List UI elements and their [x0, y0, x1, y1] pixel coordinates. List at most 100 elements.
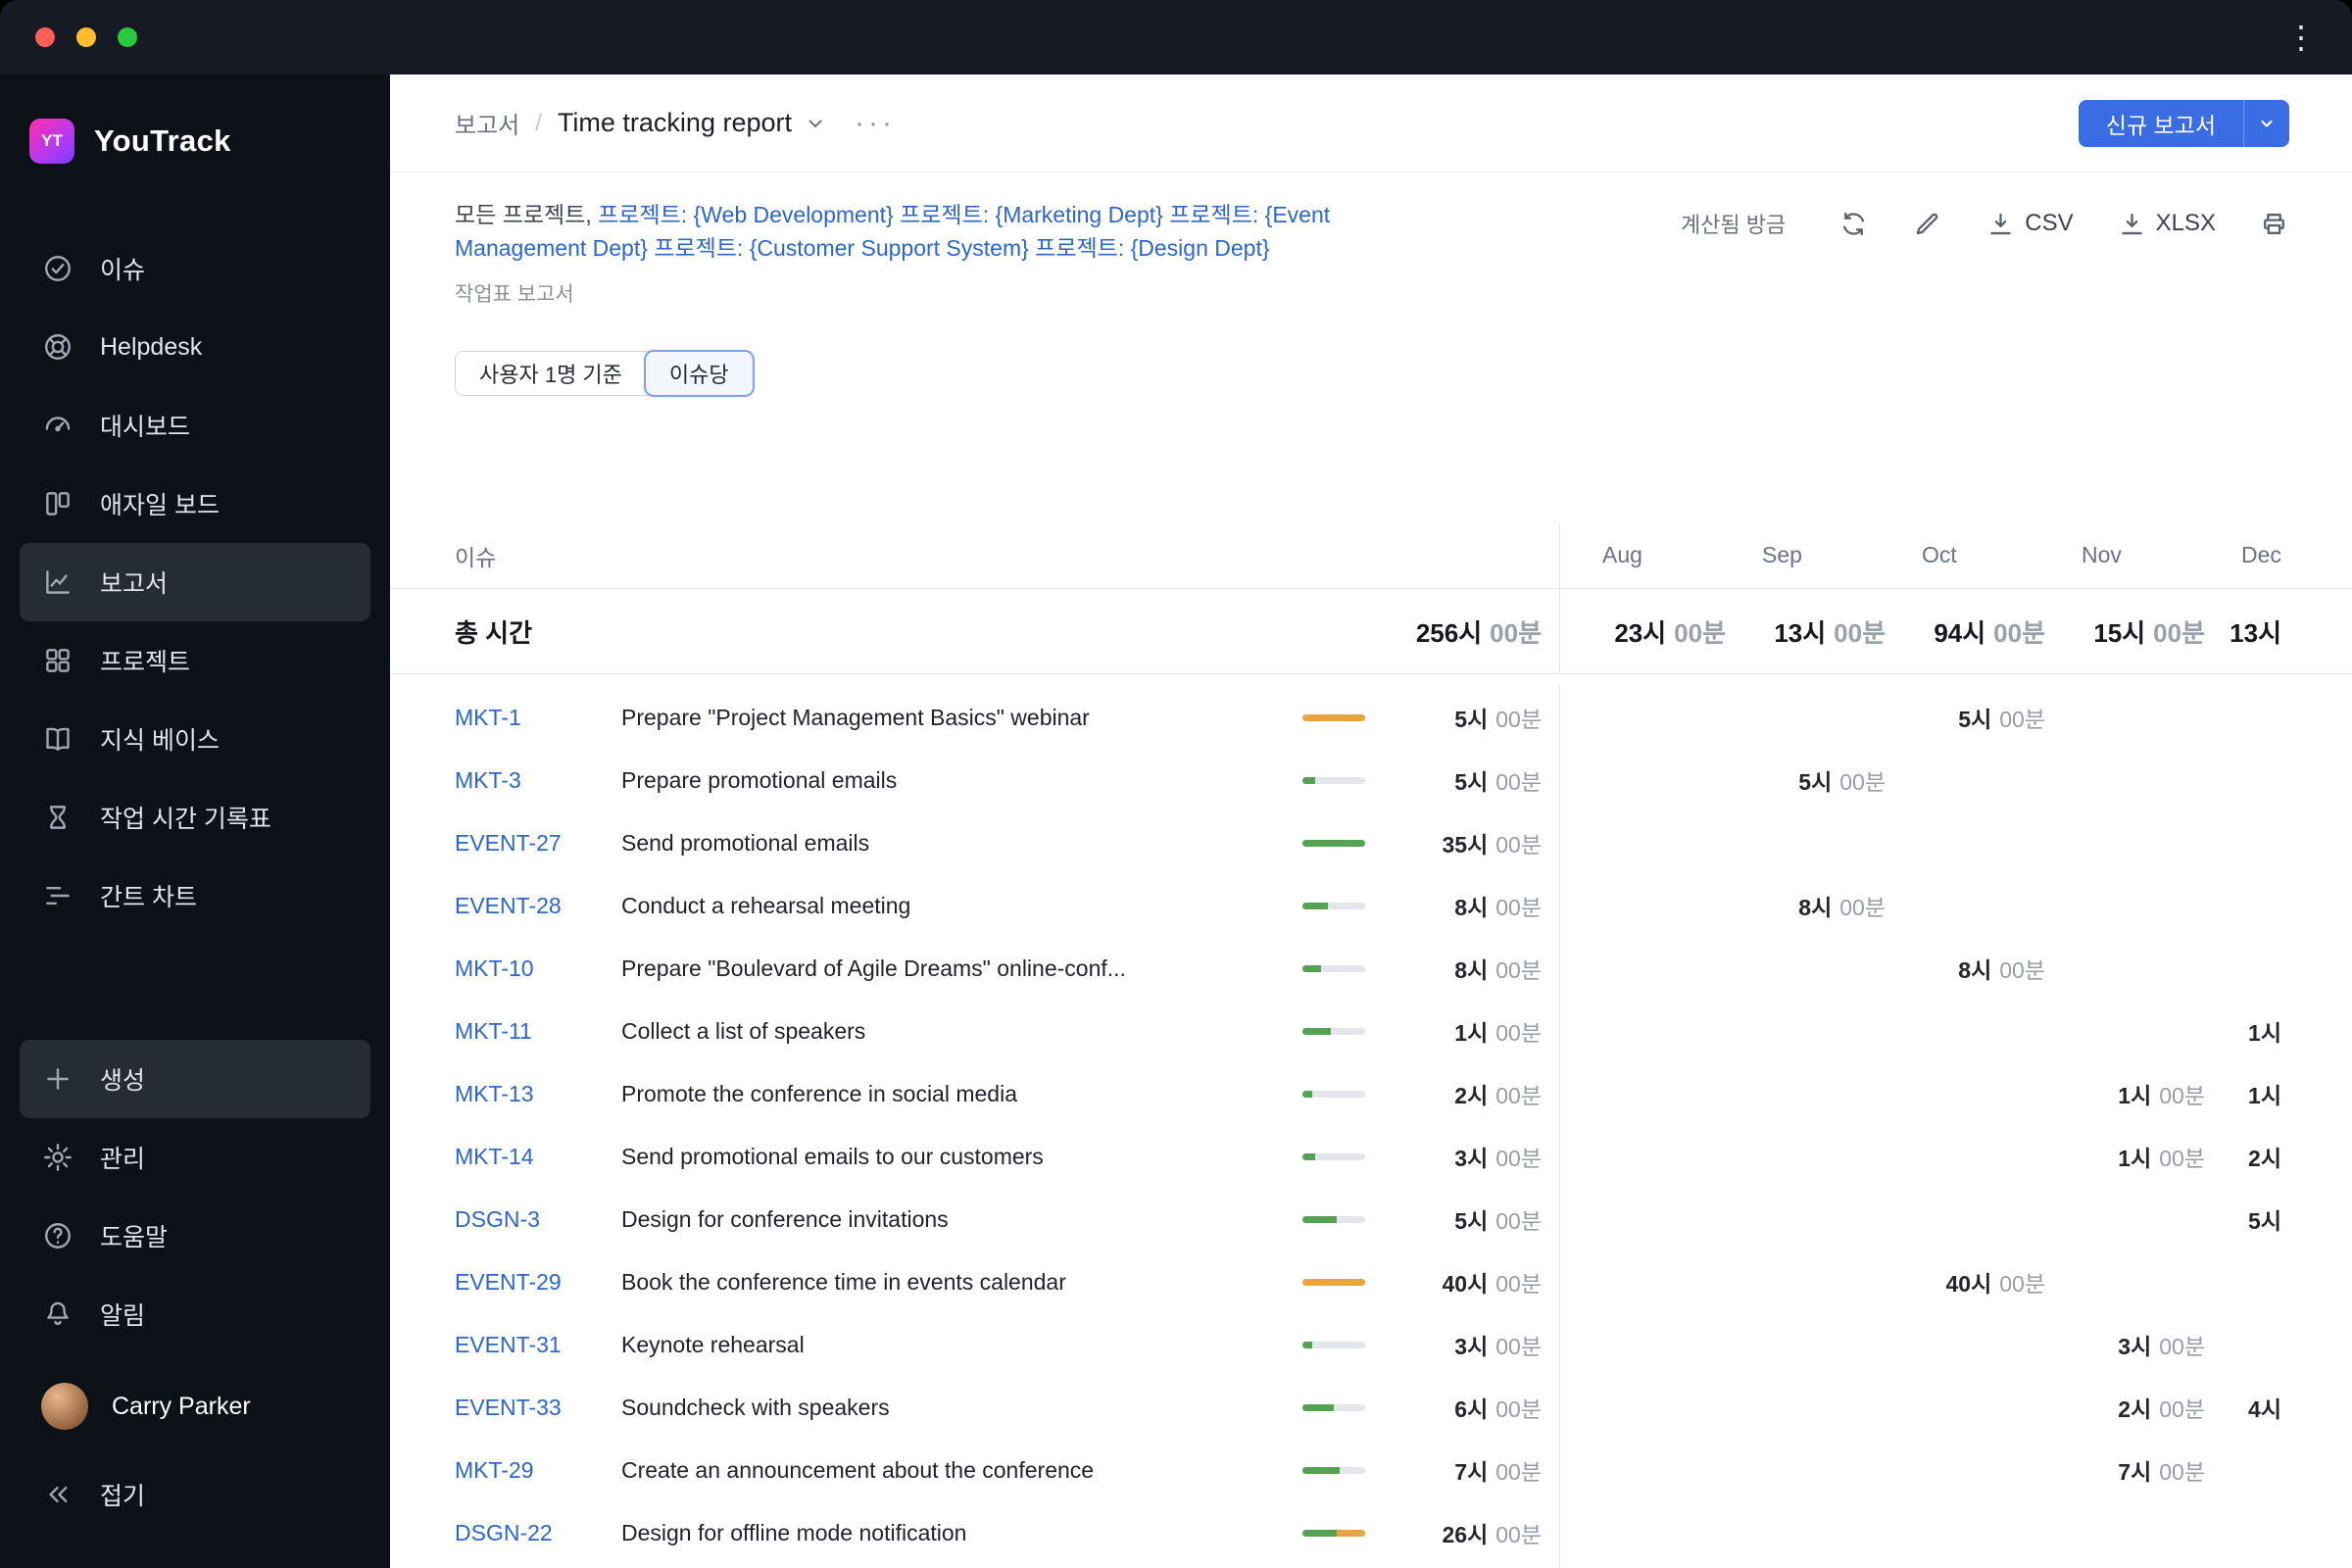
issue-month-value: 8시 00분 [1886, 952, 2045, 985]
sidebar-item-gantt-charts[interactable]: 간트 차트 [20, 857, 370, 935]
sidebar-item-label: 애자일 보드 [100, 492, 220, 519]
minutes-value: 00분 [1495, 1522, 1542, 1547]
app-logo[interactable]: YT YouTrack [29, 112, 390, 171]
total-month-cells: 23시 00분 13시 00분 94시 00분 15시 00분 13시 [1560, 589, 2352, 673]
timesheet-icon [41, 801, 74, 834]
sidebar-item-label: 간트 차트 [100, 884, 197, 911]
sidebar-item-reports[interactable]: 보고서 [20, 543, 370, 621]
minutes-value: 00분 [1495, 957, 1542, 983]
sidebar-item-helpdesk[interactable]: Helpdesk [20, 308, 370, 386]
worktype-bar [1302, 1529, 1365, 1537]
refresh-icon[interactable] [1838, 209, 1869, 239]
issue-month-value: 5시 00분 [1726, 763, 1886, 797]
issue-id-link[interactable]: DSGN-3 [455, 1206, 621, 1233]
minutes-value: 00분 [1495, 1083, 1542, 1108]
sidebar-item-issues[interactable]: 이슈 [20, 229, 370, 308]
hours-value: 1시 [1454, 1020, 1489, 1046]
csv-label: CSV [2025, 210, 2074, 236]
plus-icon [41, 1062, 74, 1096]
sidebar: YT YouTrack 이슈 Helpdesk 대시보드 애자일 보드 보고서 … [0, 74, 390, 1568]
issue-id-link[interactable]: MKT-1 [455, 705, 621, 731]
sidebar-item-agile-boards[interactable]: 애자일 보드 [20, 465, 370, 543]
hours-value: 5시 [1454, 769, 1489, 795]
minutes-value: 00분 [2159, 1334, 2205, 1359]
export-xlsx-button[interactable]: XLSX [2117, 209, 2216, 239]
window-menu-icon[interactable]: ⋮ [2285, 22, 2317, 53]
minutes-value: 00분 [1495, 1459, 1542, 1485]
issue-row: DSGN-3 Design for conference invitations 5… [390, 1188, 2352, 1250]
export-csv-button[interactable]: CSV [1985, 209, 2074, 239]
issue-month-value: 5시 00분 [1886, 701, 2045, 734]
issue-summary: Conduct a rehearsal meeting [621, 892, 911, 918]
helpdesk-icon [41, 330, 74, 364]
minutes-value: 00분 [1834, 617, 1886, 648]
collapse-sidebar-button[interactable]: 접기 [20, 1455, 370, 1534]
issue-id-link[interactable]: DSGN-22 [455, 1520, 621, 1546]
user-profile[interactable]: Carry Parker [20, 1367, 370, 1446]
hours-value: 8시 [1454, 957, 1489, 983]
hours-value: 256시 [1415, 617, 1483, 648]
report-actions: 계산됨 방금 CSV XLSX [1681, 190, 2289, 257]
sidebar-item-timesheets[interactable]: 작업 시간 기록표 [20, 778, 370, 857]
more-options-icon[interactable]: ··· [855, 107, 896, 140]
minutes-value: 00분 [1999, 707, 2045, 732]
month-header-nov: Nov [2082, 542, 2122, 567]
create-button[interactable]: 생성 [20, 1040, 370, 1118]
issue-row: EVENT-33 Soundcheck with speakers 6시 00분 2시 0… [390, 1376, 2352, 1439]
issue-total-time: 6시 00분 [1395, 1391, 1542, 1424]
issue-id-link[interactable]: EVENT-29 [455, 1269, 621, 1296]
issue-row: EVENT-31 Keynote rehearsal 3시 00분 3시 00분 [390, 1313, 2352, 1376]
sidebar-item-knowledge-base[interactable]: 지식 베이스 [20, 700, 370, 778]
page-title[interactable]: Time tracking report [558, 108, 792, 138]
issue-summary: Promote the conference in social media [621, 1080, 1017, 1106]
print-icon[interactable] [2259, 209, 2289, 239]
table-filler [390, 1564, 2352, 1568]
chevron-down-icon[interactable] [804, 112, 827, 135]
minimize-button[interactable] [76, 27, 96, 47]
sidebar-item-projects[interactable]: 프로젝트 [20, 621, 370, 700]
sidebar-item-administration[interactable]: 관리 [20, 1118, 370, 1197]
toggle-per-user[interactable]: 사용자 1명 기준 [456, 352, 646, 395]
hours-value: 7시 [2118, 1459, 2152, 1485]
hours-value: 8시 [1958, 957, 1992, 983]
hours-value: 40시 [1442, 1271, 1489, 1297]
toggle-per-issue[interactable]: 이슈당 [645, 352, 753, 395]
total-row-left: 총 시간 256시 00분 [390, 589, 1560, 673]
close-button[interactable] [35, 27, 55, 47]
issue-summary: Prepare "Project Management Basics" webi… [621, 704, 1090, 730]
worktype-bar-segment [1302, 1529, 1338, 1537]
calculated-status: 계산됨 방금 [1680, 213, 1787, 237]
issue-id-link[interactable]: MKT-14 [455, 1144, 621, 1170]
issue-id-link[interactable]: MKT-13 [455, 1081, 621, 1107]
minutes-value: 00분 [1495, 707, 1542, 732]
new-report-dropdown-button[interactable] [2243, 99, 2289, 147]
worktype-bar-segment [1340, 1466, 1365, 1474]
issue-id-link[interactable]: MKT-11 [455, 1018, 621, 1045]
minutes-value: 00분 [1490, 617, 1542, 648]
issue-id-link[interactable]: EVENT-27 [455, 830, 621, 857]
sidebar-item-dashboards[interactable]: 대시보드 [20, 386, 370, 465]
issue-id-link[interactable]: MKT-29 [455, 1457, 621, 1484]
zoom-button[interactable] [118, 27, 137, 47]
hours-value: 1시 [2248, 1020, 2281, 1046]
breadcrumb-root[interactable]: 보고서 [455, 106, 519, 140]
issue-id-link[interactable]: MKT-10 [455, 956, 621, 982]
minutes-value: 00분 [2159, 1396, 2205, 1422]
worktype-bar [1302, 776, 1365, 784]
minutes-value: 00분 [2159, 1146, 2205, 1171]
worktype-bar-segment [1302, 1152, 1315, 1160]
worktype-bar [1302, 1090, 1365, 1098]
issue-id-link[interactable]: EVENT-31 [455, 1332, 621, 1358]
new-report-button[interactable]: 신규 보고서 [2078, 99, 2243, 147]
sidebar-item-help[interactable]: 도움말 [20, 1197, 370, 1275]
issue-id-link[interactable]: EVENT-28 [455, 893, 621, 919]
minutes-value: 00분 [1993, 617, 2045, 648]
issue-total-time: 3시 00분 [1395, 1140, 1542, 1173]
edit-icon[interactable] [1912, 209, 1942, 239]
sidebar-item-notifications[interactable]: 알림 [20, 1275, 370, 1353]
issue-id-link[interactable]: MKT-3 [455, 767, 621, 794]
issue-row: MKT-11 Collect a list of speakers 1시 00분 1시 [390, 1000, 2352, 1062]
dashboard-icon [41, 409, 74, 442]
minutes-value: 00분 [1495, 832, 1542, 858]
issue-id-link[interactable]: EVENT-33 [455, 1395, 621, 1421]
